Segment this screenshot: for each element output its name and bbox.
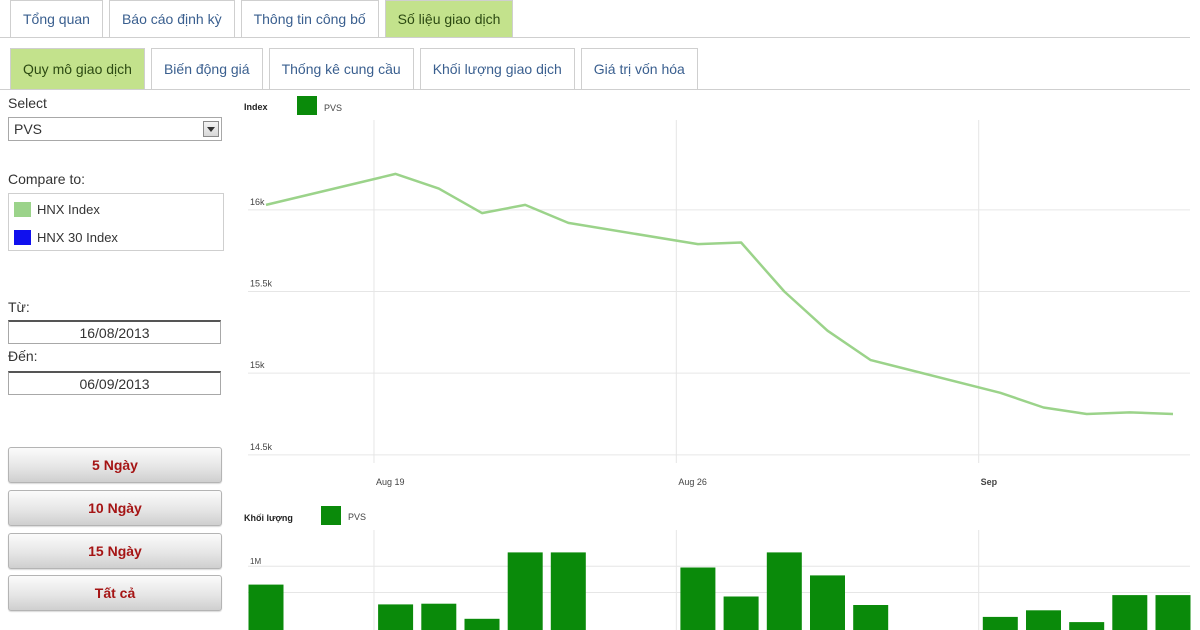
y-tick-label: 14.5k	[250, 442, 273, 452]
compare-item-hnx30-index[interactable]: HNX 30 Index	[14, 227, 118, 247]
select-label: Select	[8, 95, 47, 111]
symbol-select[interactable]: PVS	[8, 117, 222, 141]
legend-swatch-icon	[14, 229, 31, 245]
volume-bar	[766, 552, 802, 630]
legend-label: PVS	[348, 512, 366, 522]
tab-supply-demand[interactable]: Thống kê cung cầu	[268, 48, 414, 89]
tab-label: Quy mô giao dịch	[23, 61, 132, 77]
tab-label: Tổng quan	[23, 11, 90, 27]
volume-bar	[982, 616, 1018, 630]
volume-bar	[723, 596, 759, 630]
tab-market-cap[interactable]: Giá trị vốn hóa	[580, 48, 698, 89]
tab-label: Khối lượng giao dịch	[432, 61, 562, 77]
range-10-days-button[interactable]: 10 Ngày	[8, 490, 222, 526]
y-axis-title: Khối lượng	[244, 513, 293, 523]
legend-swatch	[321, 506, 341, 525]
sub-tab-bar: Quy mô giao dịch Biến động giá Thống kê …	[0, 48, 1190, 90]
series-line-pvs	[265, 172, 1174, 416]
sidebar: Select PVS Compare to: HNX Index HNX 30 …	[0, 92, 228, 630]
volume-chart: 1M Khối lượng PVS	[244, 506, 1191, 630]
tab-trading-data[interactable]: Số liệu giao dịch	[384, 0, 514, 37]
from-date-input[interactable]: 16/08/2013	[8, 320, 221, 344]
volume-bar	[421, 603, 457, 630]
legend-label: PVS	[324, 103, 342, 113]
tab-price-movement[interactable]: Biến động giá	[150, 48, 263, 89]
to-label: Đến:	[8, 348, 38, 364]
tab-label: Báo cáo định kỳ	[121, 11, 222, 27]
dropdown-arrow-icon[interactable]	[203, 121, 219, 137]
range-all-button[interactable]: Tất cả	[8, 575, 222, 611]
tab-periodic-reports[interactable]: Báo cáo định kỳ	[108, 0, 235, 37]
tab-label: Số liệu giao dịch	[397, 11, 501, 27]
tab-disclosures[interactable]: Thông tin công bố	[240, 0, 379, 37]
volume-bar	[680, 567, 716, 630]
top-tab-bar: Tổng quan Báo cáo định kỳ Thông tin công…	[0, 0, 1190, 38]
volume-bar	[248, 584, 284, 630]
volume-bar	[550, 552, 586, 630]
price-chart: 14.5k 15k 15.5k 16k Aug 19 Aug 26 Sep Index PVS	[244, 96, 1190, 487]
y-tick-label: 16k	[250, 197, 265, 207]
tab-trading-scale[interactable]: Quy mô giao dịch	[10, 48, 145, 89]
volume-bar	[1026, 610, 1061, 630]
legend-swatch	[297, 96, 317, 115]
volume-bar	[853, 605, 889, 630]
compare-item-label: HNX 30 Index	[37, 229, 118, 245]
legend-swatch-icon	[14, 201, 31, 217]
to-date-input[interactable]: 06/09/2013	[8, 371, 221, 395]
compare-list: HNX Index HNX 30 Index	[8, 193, 224, 251]
volume-bar	[507, 552, 543, 630]
tab-overview[interactable]: Tổng quan	[10, 0, 103, 37]
tab-label: Thông tin công bố	[253, 11, 366, 27]
y-tick-label: 1M	[250, 557, 261, 566]
y-tick-label: 15k	[250, 360, 265, 370]
volume-bar	[810, 575, 845, 630]
compare-item-label: HNX Index	[37, 201, 100, 217]
x-tick-label: Aug 26	[678, 477, 707, 487]
y-tick-label: 15.5k	[250, 279, 273, 289]
compare-item-hnx-index[interactable]: HNX Index	[14, 199, 100, 219]
volume-bar	[1155, 595, 1191, 630]
volume-bar	[464, 618, 500, 630]
from-label: Từ:	[8, 299, 30, 315]
x-tick-label: Sep	[981, 477, 998, 487]
range-15-days-button[interactable]: 15 Ngày	[8, 533, 222, 569]
x-tick-label: Aug 19	[376, 477, 405, 487]
y-axis-title: Index	[244, 102, 268, 112]
range-5-days-button[interactable]: 5 Ngày	[8, 447, 222, 483]
tab-trading-volume[interactable]: Khối lượng giao dịch	[419, 48, 575, 89]
tab-label: Giá trị vốn hóa	[593, 61, 685, 77]
volume-bar	[1069, 622, 1105, 630]
volume-bar	[378, 604, 414, 630]
volume-bar	[1112, 595, 1148, 630]
tab-label: Biến động giá	[163, 61, 250, 77]
compare-label: Compare to:	[8, 171, 86, 187]
tab-label: Thống kê cung cầu	[281, 61, 401, 77]
select-value: PVS	[14, 121, 43, 137]
